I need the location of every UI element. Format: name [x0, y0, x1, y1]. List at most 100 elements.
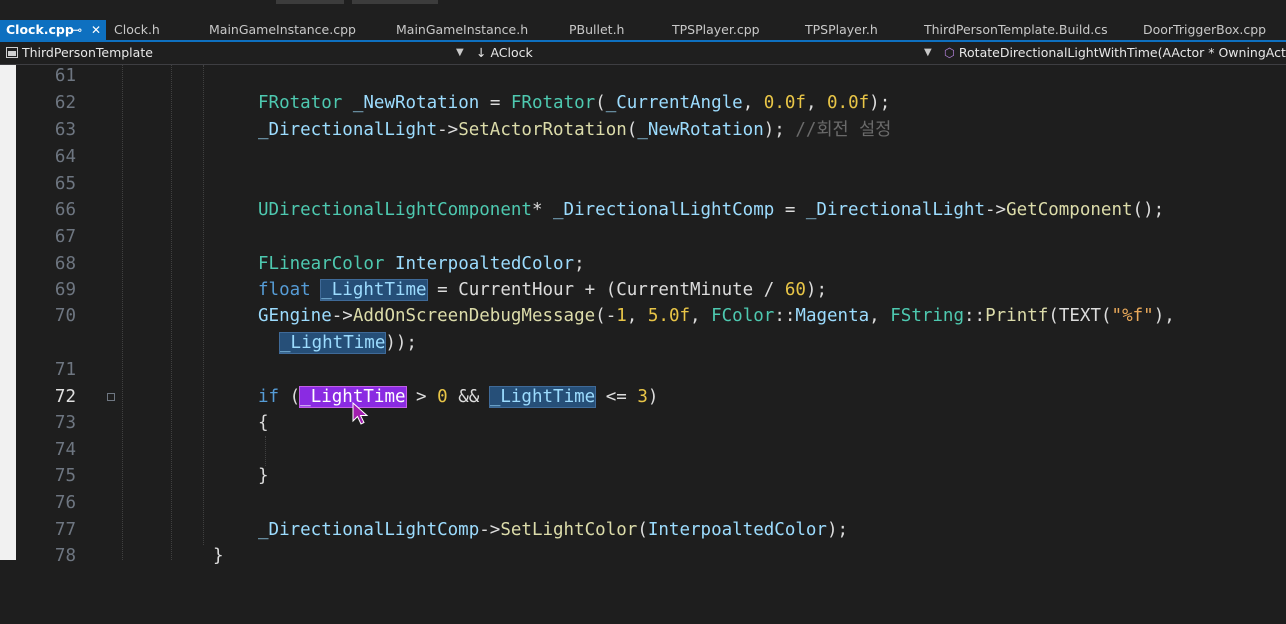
code-token: )); — [385, 333, 417, 353]
line-number: 70 — [54, 306, 76, 326]
code-line[interactable]: 65 — [0, 171, 1286, 198]
code-token: _LightTime — [278, 332, 387, 354]
code-token: } — [258, 466, 269, 486]
code-text[interactable]: UDirectionalLightComponent* _Directional… — [258, 197, 1164, 224]
tab-thirdpersontemplate-build-cs[interactable]: ThirdPersonTemplate.Build.cs — [918, 20, 1136, 40]
code-token: (- — [595, 306, 617, 326]
line-number: 78 — [54, 546, 76, 566]
code-text[interactable]: float _LightTime = CurrentHour + (Curren… — [258, 277, 827, 304]
code-token: _DirectionalLightComp — [258, 520, 480, 540]
project-dropdown[interactable]: ThirdPersonTemplate — [6, 44, 153, 62]
code-text[interactable]: _DirectionalLight->SetActorRotation(_New… — [258, 117, 891, 144]
tab-tpsplayer-h[interactable]: TPSPlayer.h — [799, 20, 917, 40]
code-token: AddOnScreenDebugMessage — [352, 306, 596, 326]
close-icon[interactable]: ✕ — [91, 20, 101, 40]
code-token: InterpoaltedColor — [394, 254, 575, 274]
code-line[interactable]: 67 — [0, 224, 1286, 251]
code-token: , — [690, 306, 712, 326]
code-token: ) — [647, 387, 659, 407]
code-token: _CurrentAngle — [605, 93, 743, 113]
code-token: _DirectionalLightComp — [553, 200, 775, 220]
tab-pbullet-h[interactable]: PBullet.h — [563, 20, 667, 40]
code-line[interactable]: 75 } — [0, 463, 1286, 490]
code-text[interactable]: FLinearColor InterpoaltedColor; — [258, 251, 585, 278]
line-number: 63 — [54, 120, 76, 140]
chevron-down-icon[interactable]: ▼ — [456, 44, 464, 62]
code-token: 0 — [437, 387, 448, 407]
code-text[interactable]: GEngine->AddOnScreenDebugMessage(-1, 5.0… — [258, 303, 1175, 330]
scope-dropdown[interactable]: ↓ AClock — [476, 44, 533, 62]
code-line[interactable]: 77 _DirectionalLightComp->SetLightColor(… — [0, 517, 1286, 544]
tab-clock-h[interactable]: Clock.h — [108, 20, 204, 40]
code-text[interactable]: } — [213, 543, 224, 570]
pin-icon[interactable]: ⊸ — [72, 20, 82, 40]
code-token: Printf — [985, 306, 1049, 326]
code-token: ); — [763, 120, 796, 140]
code-token: if — [258, 387, 280, 407]
tab-doortriggerbox-cpp[interactable]: DoorTriggerBox.cpp — [1137, 20, 1286, 40]
code-token: FRotator — [510, 93, 596, 113]
code-line[interactable]: 71 — [0, 357, 1286, 384]
tab-maingameinstance-cpp[interactable]: MainGameInstance.cpp — [203, 20, 393, 40]
line-number: 72 — [54, 387, 76, 407]
code-token: } — [213, 546, 224, 566]
code-token: ); — [805, 280, 827, 300]
code-token: Magenta — [795, 306, 870, 326]
code-token: FColor — [711, 306, 775, 326]
code-token: ); — [869, 93, 891, 113]
code-token: GEngine — [258, 306, 332, 326]
code-line[interactable]: 68 FLinearColor InterpoaltedColor; — [0, 251, 1286, 278]
code-line[interactable]: 74 — [0, 437, 1286, 464]
code-token: -> — [437, 120, 459, 140]
code-text[interactable]: if (_LightTime > 0 && _LightTime <= 3) — [258, 384, 658, 411]
code-token: <= — [595, 387, 638, 407]
line-number: 77 — [54, 520, 76, 540]
chevron-down-icon[interactable]: ▼ — [924, 44, 932, 62]
code-token: = CurrentHour + (CurrentMinute / — [426, 280, 785, 300]
code-line[interactable]: 66 UDirectionalLightComponent* _Directio… — [0, 197, 1286, 224]
tab-label: MainGameInstance.cpp — [209, 22, 356, 37]
code-token: _DirectionalLight — [805, 200, 986, 220]
code-token: , — [869, 306, 891, 326]
code-line[interactable]: 69 float _LightTime = CurrentHour + (Cur… — [0, 277, 1286, 304]
line-number: 66 — [54, 200, 76, 220]
code-line[interactable]: 63 _DirectionalLight->SetActorRotation(_… — [0, 117, 1286, 144]
code-line-current[interactable]: 72 if (_LightTime > 0 && _LightTime <= 3… — [0, 384, 1286, 411]
code-token: _LightTime — [488, 386, 597, 408]
code-text[interactable]: { — [258, 410, 269, 437]
code-text[interactable]: FRotator _NewRotation = FRotator(_Curren… — [258, 90, 890, 117]
tab-label: Clock.h — [114, 22, 160, 37]
line-number: 65 — [54, 174, 76, 194]
code-line[interactable]: 73 { — [0, 410, 1286, 437]
fold-toggle-icon[interactable] — [107, 393, 115, 401]
tab-label: PBullet.h — [569, 22, 625, 37]
member-label: RotateDirectionalLightWithTime(AActor * … — [958, 45, 1286, 60]
tab-maingameinstance-h[interactable]: MainGameInstance.h — [390, 20, 565, 40]
code-token: 1 — [616, 306, 627, 326]
code-token: -> — [331, 306, 353, 326]
code-line[interactable]: 62 FRotator _NewRotation = FRotator(_Cur… — [0, 90, 1286, 117]
code-token: FRotator — [258, 93, 343, 113]
document-tab-bar: Clock.cpp ⊸ ✕ Clock.h MainGameInstance.c… — [0, 20, 1286, 42]
code-line[interactable]: 70 GEngine->AddOnScreenDebugMessage(-1, … — [0, 303, 1286, 330]
code-token: UDirectionalLightComponent — [258, 200, 532, 220]
mouse-cursor-icon — [352, 402, 369, 425]
code-token: ( — [595, 93, 606, 113]
code-line[interactable]: 78 } — [0, 543, 1286, 570]
code-line[interactable]: 64 — [0, 144, 1286, 171]
tab-label: Clock.cpp — [6, 22, 74, 37]
title-strip — [0, 0, 1286, 20]
code-token: ( — [626, 120, 638, 140]
code-token: , — [626, 306, 648, 326]
code-token: ( — [637, 520, 648, 540]
tab-tpsplayer-cpp[interactable]: TPSPlayer.cpp — [666, 20, 799, 40]
code-line[interactable]: 61 — [0, 63, 1286, 90]
code-text[interactable]: _LightTime)); — [278, 330, 417, 357]
code-text[interactable]: _DirectionalLightComp->SetLightColor(Int… — [258, 517, 848, 544]
member-dropdown[interactable]: ⬡ RotateDirectionalLightWithTime(AActor … — [944, 44, 1286, 62]
code-line-wrap[interactable]: _LightTime)); — [0, 330, 1286, 357]
code-line[interactable]: 76 — [0, 490, 1286, 517]
code-text[interactable]: } — [258, 463, 269, 490]
line-number: 74 — [54, 440, 76, 460]
